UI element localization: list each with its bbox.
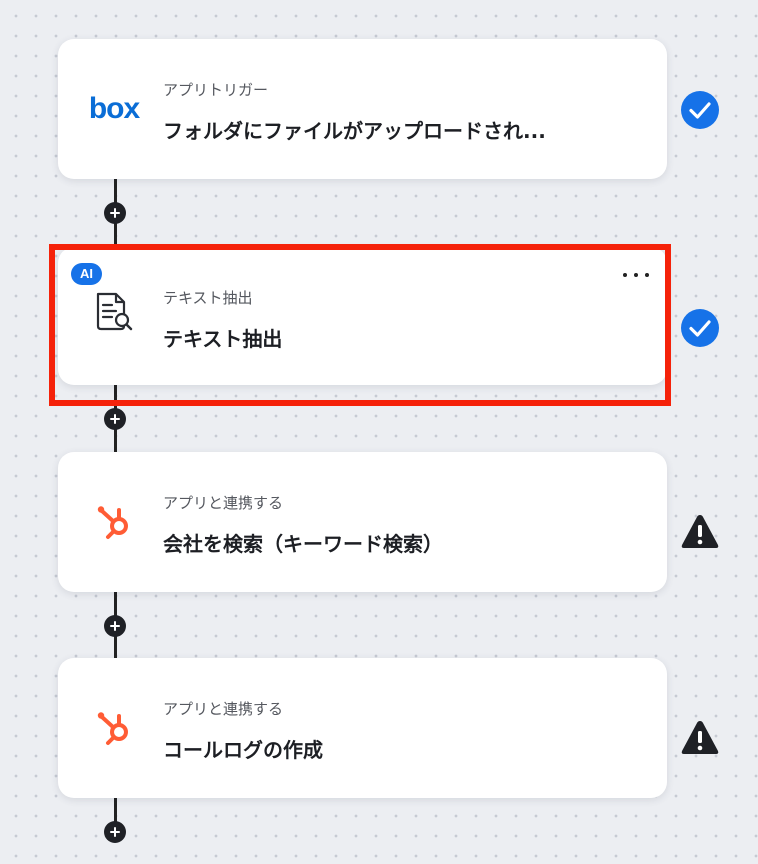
step-type-label: アプリと連携する	[163, 494, 284, 512]
flow-step-card-hubspot-call-log[interactable]: アプリと連携する コールログの作成	[58, 658, 667, 798]
step-type-label: テキスト抽出	[163, 289, 253, 307]
step-title: コールログの作成	[163, 738, 323, 762]
check-circle-icon	[681, 309, 719, 347]
add-step-button[interactable]	[104, 821, 126, 843]
add-step-button[interactable]	[104, 408, 126, 430]
step-title: フォルダにファイルがアップロードされ...	[163, 119, 546, 143]
hubspot-icon	[92, 708, 136, 748]
more-options-icon[interactable]	[623, 265, 649, 285]
box-logo: box	[88, 92, 140, 125]
check-circle-icon	[681, 91, 719, 129]
warning-icon	[681, 515, 719, 548]
step-title: 会社を検索（キーワード検索）	[163, 532, 443, 556]
document-search-icon	[92, 292, 136, 333]
hubspot-icon	[92, 502, 136, 542]
flow-step-card-box-trigger[interactable]: box アプリトリガー フォルダにファイルがアップロードされ...	[58, 39, 667, 179]
warning-icon	[681, 721, 719, 754]
ai-badge: AI	[71, 263, 102, 285]
step-type-label: アプリトリガー	[163, 81, 269, 99]
add-step-button[interactable]	[104, 202, 126, 224]
add-step-button[interactable]	[104, 615, 126, 637]
step-type-label: アプリと連携する	[163, 700, 284, 718]
flow-step-card-hubspot-search[interactable]: アプリと連携する 会社を検索（キーワード検索）	[58, 452, 667, 592]
flow-step-card-text-extraction[interactable]: AI テキスト抽出 テキスト抽出	[58, 247, 667, 385]
step-title: テキスト抽出	[163, 327, 283, 351]
